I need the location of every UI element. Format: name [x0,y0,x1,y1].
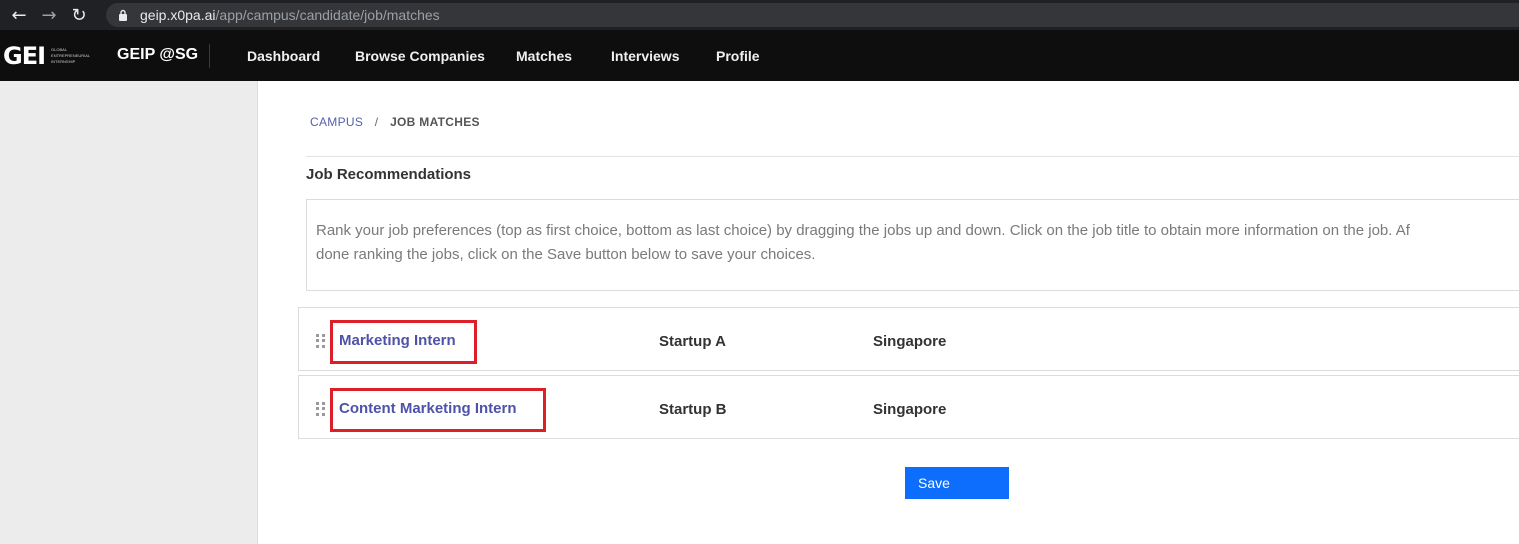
drag-handle-icon[interactable] [316,334,326,348]
back-arrow-icon[interactable]: ← [4,0,34,30]
drag-handle-icon[interactable] [316,402,326,416]
app-navbar: GEI Global Entrepreneurial Internship GE… [0,30,1519,81]
job-company: Startup A [659,333,726,350]
job-row[interactable]: Content Marketing Intern Startup B Singa… [298,375,1519,439]
job-title-link[interactable]: Marketing Intern [339,332,456,349]
breadcrumb: CAMPUS / JOB MATCHES [310,115,480,129]
instructions-line: Rank your job preferences (top as first … [316,222,1410,239]
job-location: Singapore [873,401,947,418]
sidebar [0,81,258,544]
nav-link-dashboard[interactable]: Dashboard [247,48,320,64]
save-button[interactable]: Save [905,467,1009,499]
highlight-box: Marketing Intern [330,320,477,364]
divider [306,156,1519,157]
brand-divider [209,44,210,68]
url-path: /app/campus/candidate/job/matches [215,7,440,23]
breadcrumb-current: JOB MATCHES [390,115,480,129]
nav-link-matches[interactable]: Matches [516,48,572,64]
brand-name[interactable]: GEIP @SG [117,46,198,64]
logo-mark: GEI [3,42,46,70]
address-bar[interactable]: geip.x0pa.ai/app/campus/candidate/job/ma… [106,3,1519,27]
nav-link-browse-companies[interactable]: Browse Companies [355,48,485,64]
job-title-link[interactable]: Content Marketing Intern [339,400,517,417]
job-location: Singapore [873,333,947,350]
job-company: Startup B [659,401,727,418]
logo-text-line: Internship [51,59,76,64]
forward-arrow-icon[interactable]: → [34,0,64,30]
nav-link-interviews[interactable]: Interviews [611,48,679,64]
browser-toolbar: ← → ↻ geip.x0pa.ai/app/campus/candidate/… [0,0,1519,30]
lock-icon [116,8,130,22]
reload-icon[interactable]: ↻ [64,0,94,30]
nav-link-profile[interactable]: Profile [716,48,760,64]
instructions-line: done ranking the jobs, click on the Save… [316,246,816,263]
logo-text: Global Entrepreneurial Internship [51,47,90,65]
highlight-box: Content Marketing Intern [330,388,546,432]
breadcrumb-separator: / [374,115,379,129]
logo[interactable]: GEI Global Entrepreneurial Internship [3,41,98,71]
instructions-panel: Rank your job preferences (top as first … [306,199,1519,291]
breadcrumb-campus-link[interactable]: CAMPUS [310,115,363,129]
url-host: geip.x0pa.ai [140,7,216,23]
section-title: Job Recommendations [306,166,472,183]
job-row[interactable]: Marketing Intern Startup A Singapore [298,307,1519,371]
